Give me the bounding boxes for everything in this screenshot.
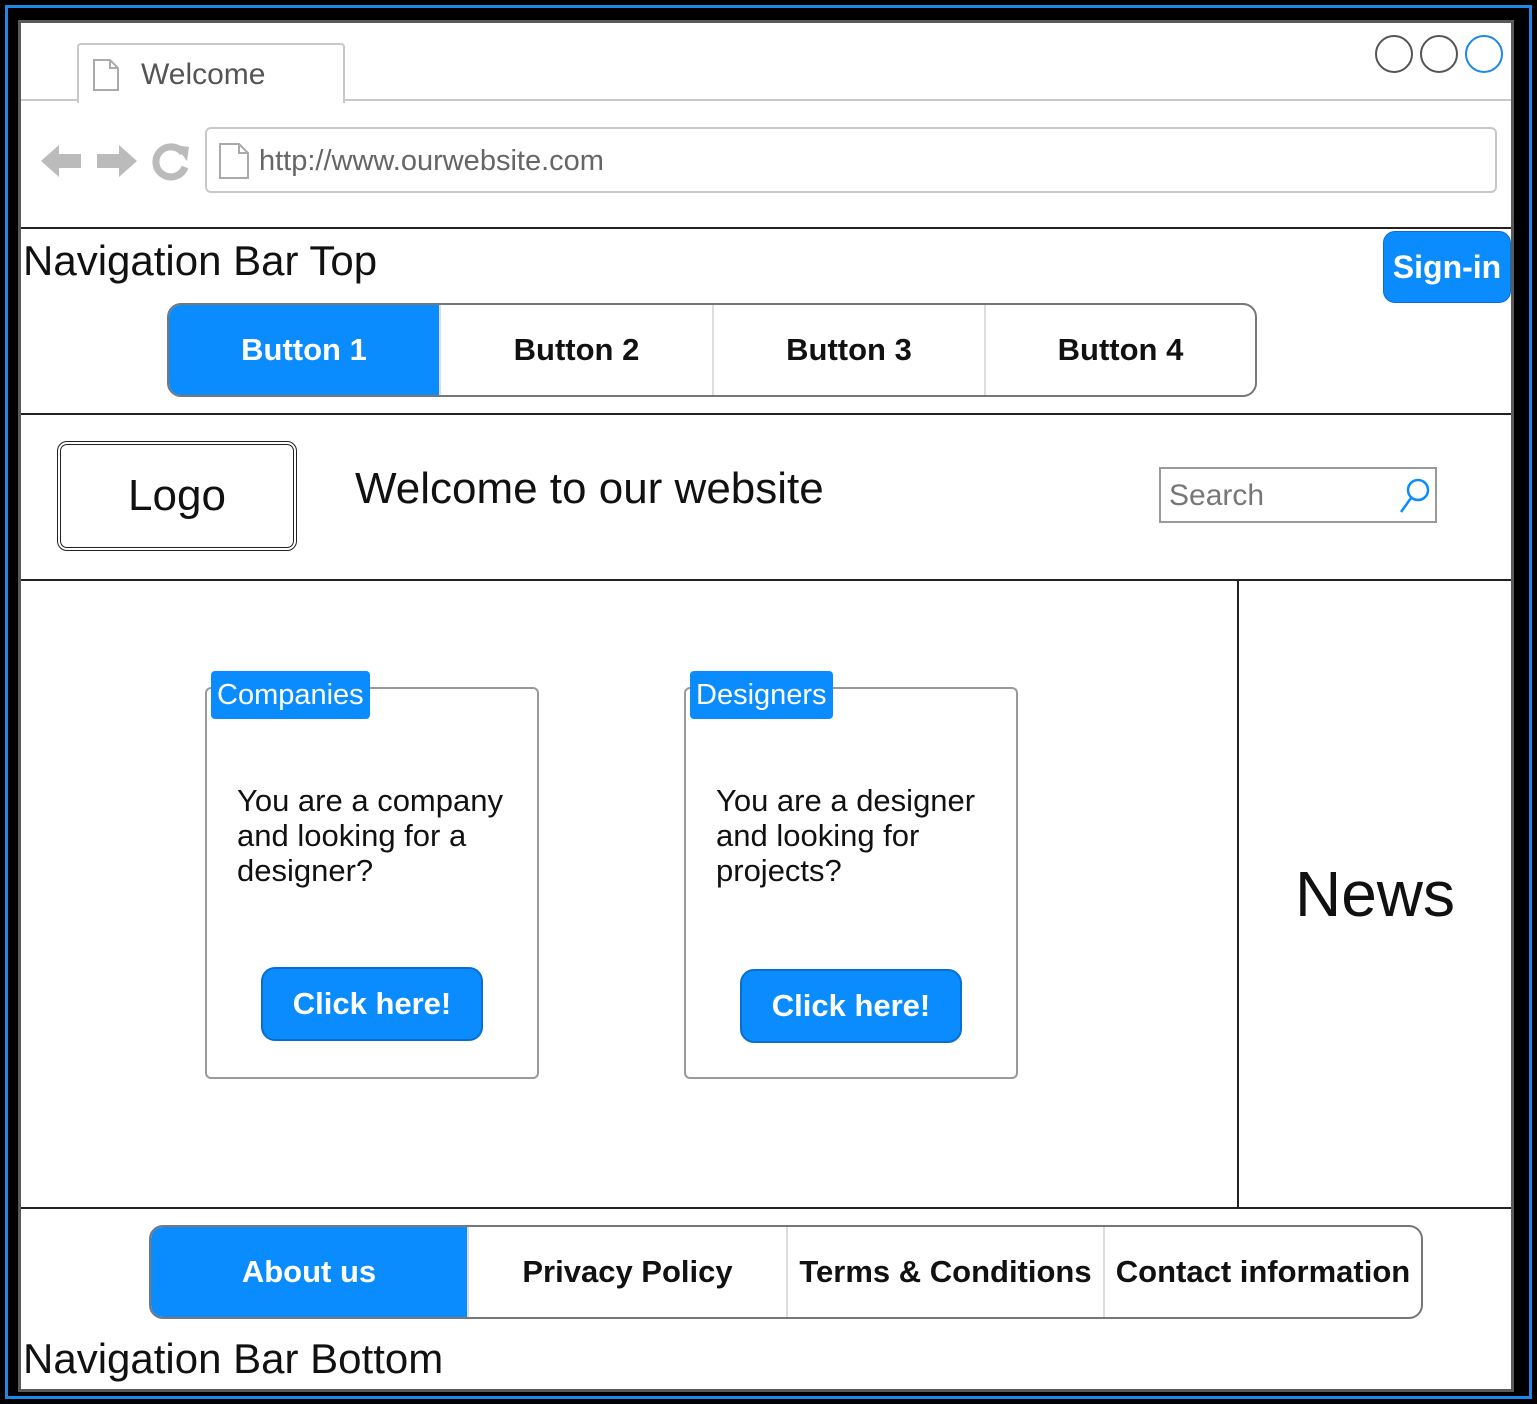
search-placeholder: Search — [1169, 479, 1265, 512]
news-title: News — [1294, 858, 1456, 930]
companies-click-button[interactable]: Click here! — [261, 967, 483, 1041]
close-window-button[interactable] — [1465, 35, 1503, 73]
browser-window: Welcome http://www.ourwebsite.com Naviga… — [18, 20, 1514, 1392]
privacy-policy-link[interactable]: Privacy Policy — [467, 1227, 786, 1317]
bottom-link-bar: About us Privacy Policy Terms & Conditio… — [149, 1225, 1423, 1319]
terms-conditions-link[interactable]: Terms & Conditions — [786, 1227, 1103, 1317]
tab-strip: Welcome — [21, 23, 1511, 103]
maximize-window-button[interactable] — [1420, 35, 1458, 73]
tab-title: Welcome — [141, 58, 266, 91]
logo[interactable]: Logo — [57, 441, 297, 551]
companies-badge: Companies — [211, 671, 370, 719]
page-icon — [219, 143, 249, 179]
designers-badge: Designers — [690, 671, 833, 719]
nav-button-3[interactable]: Button 3 — [712, 305, 984, 395]
designers-click-button[interactable]: Click here! — [740, 969, 962, 1043]
site-header: Logo Welcome to our website Search — [21, 415, 1511, 581]
navigation-bar-top: Navigation Bar Top Sign-in Button 1 Butt… — [21, 231, 1511, 415]
address-row: http://www.ourwebsite.com — [21, 103, 1511, 229]
nav-bottom-label: Navigation Bar Bottom — [23, 1335, 444, 1382]
navigation-bar-bottom: About us Privacy Policy Terms & Conditio… — [21, 1207, 1511, 1395]
document-icon — [93, 59, 119, 91]
sign-in-button[interactable]: Sign-in — [1383, 231, 1511, 303]
welcome-heading: Welcome to our website — [355, 464, 824, 513]
minimize-window-button[interactable] — [1375, 35, 1413, 73]
url-text: http://www.ourwebsite.com — [259, 145, 604, 177]
nav-button-4[interactable]: Button 4 — [984, 305, 1255, 395]
companies-text: You are a company and looking for a desi… — [237, 783, 503, 888]
designers-text: You are a designer and looking for proje… — [716, 783, 976, 888]
about-us-link[interactable]: About us — [151, 1227, 467, 1317]
back-arrow-icon[interactable] — [39, 141, 83, 181]
nav-button-2[interactable]: Button 2 — [439, 305, 712, 395]
search-input[interactable]: Search — [1159, 467, 1437, 523]
search-icon[interactable] — [1397, 477, 1431, 515]
designers-card: Designers You are a designer and looking… — [684, 671, 1018, 1079]
address-bar[interactable]: http://www.ourwebsite.com — [205, 127, 1497, 193]
nav-top-label: Navigation Bar Top — [23, 237, 378, 284]
contact-information-link[interactable]: Contact information — [1103, 1227, 1421, 1317]
main-content: Companies You are a company and looking … — [21, 581, 1237, 1207]
nav-button-1[interactable]: Button 1 — [169, 305, 439, 395]
companies-card: Companies You are a company and looking … — [205, 671, 539, 1079]
top-button-bar: Button 1 Button 2 Button 3 Button 4 — [167, 303, 1257, 397]
browser-tab[interactable]: Welcome — [77, 43, 345, 103]
forward-arrow-icon[interactable] — [95, 141, 139, 181]
reload-icon[interactable] — [151, 141, 191, 181]
news-panel: News — [1237, 581, 1511, 1207]
